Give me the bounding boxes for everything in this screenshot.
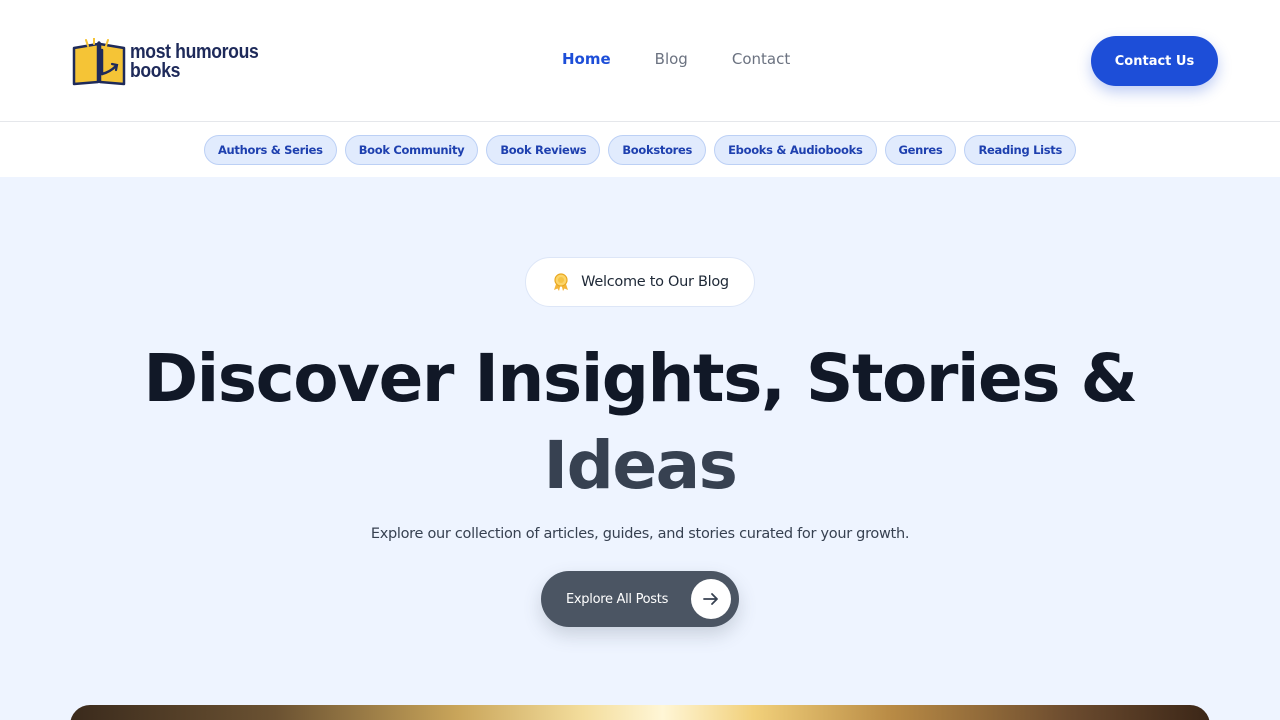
category-pill-bookstores[interactable]: Bookstores <box>608 135 707 165</box>
welcome-badge-text: Welcome to Our Blog <box>581 274 729 290</box>
category-pill-book-community[interactable]: Book Community <box>344 135 479 165</box>
explore-button-label: Explore All Posts <box>566 591 669 607</box>
category-pill-book-reviews[interactable]: Book Reviews <box>486 135 601 165</box>
open-book-icon <box>72 38 126 86</box>
category-bar: Authors & Series Book Community Book Rev… <box>0 123 1280 177</box>
logo-text: most humorous books <box>130 42 259 82</box>
hero-headline: Discover Insights, Stories & Ideas <box>0 335 1280 509</box>
hero-subtitle: Explore our collection of articles, guid… <box>370 526 910 542</box>
category-pill-reading-lists[interactable]: Reading Lists <box>964 135 1077 165</box>
contact-us-button[interactable]: Contact Us <box>1091 36 1218 86</box>
hero-section: Welcome to Our Blog Discover Insights, S… <box>0 177 1280 720</box>
explore-all-posts-button[interactable]: Explore All Posts <box>541 571 739 627</box>
arrow-right-icon <box>691 579 731 619</box>
featured-image <box>70 705 1210 720</box>
site-logo[interactable]: most humorous books <box>72 38 276 86</box>
award-ribbon-icon <box>554 273 569 291</box>
site-header: most humorous books Home Blog Contact Co… <box>0 0 1280 122</box>
category-pill-ebooks-audiobooks[interactable]: Ebooks & Audiobooks <box>714 135 877 165</box>
main-nav: Home Blog Contact <box>562 50 790 68</box>
nav-home[interactable]: Home <box>562 50 611 68</box>
nav-contact[interactable]: Contact <box>732 50 790 68</box>
logo-line-2: books <box>130 60 181 82</box>
category-pill-genres[interactable]: Genres <box>884 135 957 165</box>
welcome-badge: Welcome to Our Blog <box>525 257 755 307</box>
nav-blog[interactable]: Blog <box>655 50 688 68</box>
hero-headline-line-1: Discover Insights, Stories & <box>143 340 1138 417</box>
hero-headline-line-2: Ideas <box>543 427 738 504</box>
category-pill-authors-series[interactable]: Authors & Series <box>203 135 337 165</box>
